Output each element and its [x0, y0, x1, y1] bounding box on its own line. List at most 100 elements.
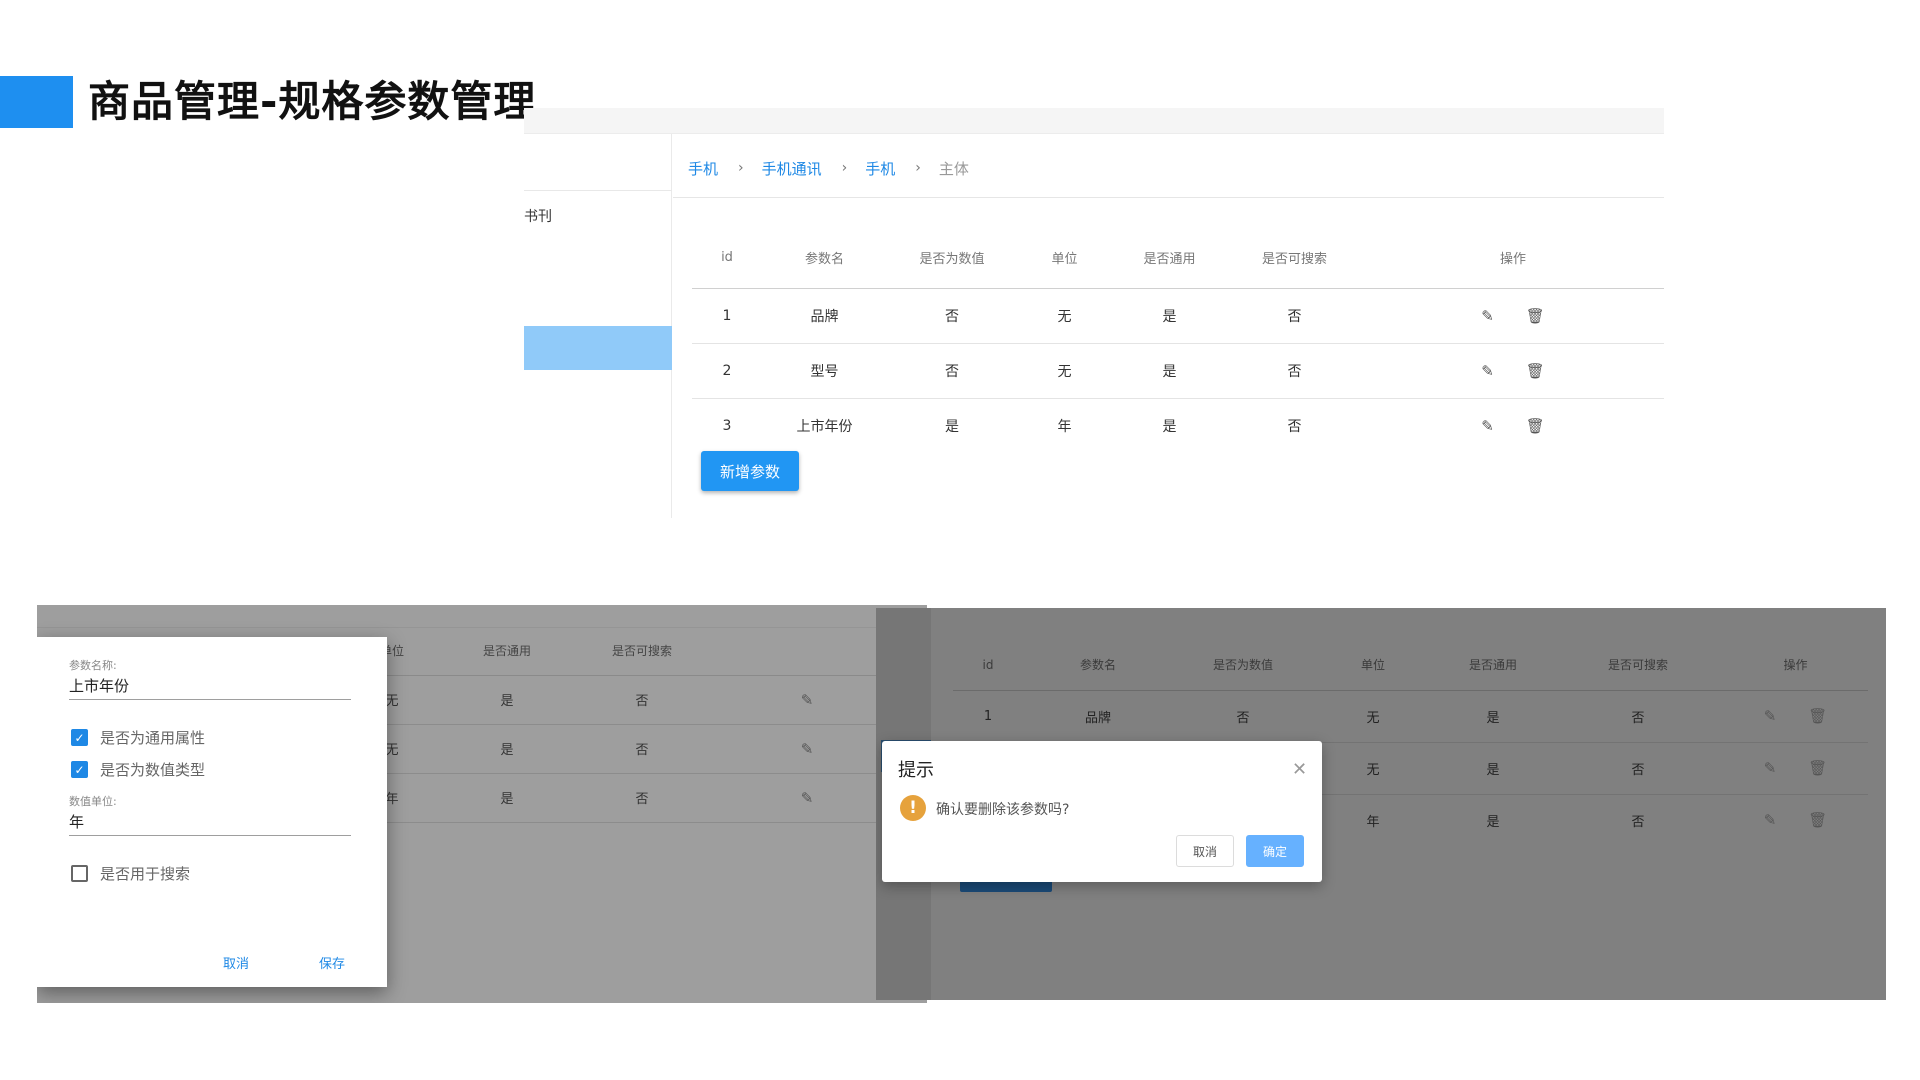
checkbox-checked-icon[interactable]: ✓ — [71, 761, 88, 778]
edit-pencil-icon[interactable]: ✎ — [1481, 307, 1494, 325]
unit-underline — [69, 835, 351, 836]
cell-name: 品牌 — [1023, 690, 1173, 743]
cell-actions: ✎ 🗑 — [1723, 794, 1868, 846]
column-header-actions: 操作 — [1362, 228, 1664, 289]
cell-generic: 是 — [1486, 814, 1500, 830]
table-header-row: id 参数名 是否为数值 单位 是否通用 是否可搜索 操作 — [692, 228, 1664, 289]
cell-unit: 无 — [1313, 742, 1433, 795]
cell-actions: ✎ 🗑 — [1362, 343, 1664, 399]
column-header-actions — [717, 627, 897, 676]
breadcrumb: 手机 › 手机通讯 › 手机 › 主体 — [688, 156, 969, 180]
save-button[interactable]: 保存 — [319, 953, 345, 972]
column-header-searchable[interactable]: 是否可搜索 — [1227, 228, 1362, 289]
sidebar-item-books[interactable]: 书刊 — [524, 206, 552, 226]
cell-searchable: 否 — [567, 773, 717, 823]
cell-searchable: 否 — [567, 724, 717, 774]
warning-icon: ! — [900, 795, 926, 821]
close-icon[interactable]: ✕ — [1292, 759, 1307, 780]
chevron-right-icon: › — [738, 160, 744, 176]
cell-numeric: 否 — [887, 343, 1017, 399]
breadcrumb-item-phone[interactable]: 手机 — [688, 158, 718, 179]
cell-numeric: 否 — [1173, 690, 1313, 743]
breadcrumb-item-phone-comm[interactable]: 手机通讯 — [762, 158, 822, 179]
edit-pencil-icon: ✎ — [800, 739, 814, 758]
column-header-unit: 单位 — [1313, 640, 1433, 691]
cell-id: 3 — [722, 417, 732, 434]
edit-pencil-icon: ✎ — [1763, 759, 1777, 777]
cell-generic: 是 — [447, 724, 567, 774]
table-row: 1 品牌 否 无 是 否 ✎ 🗑 — [692, 288, 1664, 344]
table-header-row: 单位 是否通用 是否可搜索 — [337, 627, 897, 676]
table-row: 年 是 否 ✎ — [337, 773, 897, 823]
confirm-message: 确认要删除该参数吗? — [936, 802, 1070, 818]
table-row: 2 型号 否 无 是 否 ✎ 🗑 — [692, 343, 1664, 399]
breadcrumb-item-phone-sub[interactable]: 手机 — [865, 158, 895, 179]
column-header-generic: 是否通用 — [1433, 640, 1553, 691]
confirm-button[interactable]: 确定 — [1246, 835, 1304, 867]
column-header-name: 参数名 — [1023, 640, 1173, 691]
cell-unit: 年 — [1057, 418, 1072, 435]
sidebar-divider — [524, 190, 672, 191]
column-header-searchable: 是否可搜索 — [567, 627, 717, 676]
breadcrumb-item-current: 主体 — [938, 159, 969, 178]
trash-icon: 🗑 — [1808, 759, 1828, 777]
edit-pencil-icon[interactable]: ✎ — [1481, 362, 1494, 380]
table-row: 无 是 否 ✎ — [337, 724, 897, 774]
table-row: 3 上市年份 是 年 是 否 ✎ 🗑 — [692, 398, 1664, 453]
searchable-option[interactable]: 是否用于搜索 — [71, 863, 190, 884]
trash-icon: 🗑 — [1808, 707, 1828, 725]
cell-generic: 是 — [447, 773, 567, 823]
sidebar-item-active[interactable] — [524, 326, 672, 370]
cell-id: 1 — [953, 690, 1023, 743]
column-header-name[interactable]: 参数名 — [762, 228, 887, 289]
cell-searchable: 否 — [567, 675, 717, 725]
column-header-unit[interactable]: 单位 — [1017, 228, 1112, 289]
cell-generic: 是 — [1433, 690, 1553, 743]
chevron-right-icon: › — [915, 160, 921, 176]
generic-attr-label: 是否为通用属性 — [100, 729, 206, 747]
trash-icon[interactable]: 🗑 — [1526, 362, 1545, 380]
cell-actions: ✎ — [717, 675, 897, 725]
cell-actions: ✎ — [717, 773, 897, 823]
slide-title: 商品管理-规格参数管理 — [88, 77, 537, 126]
table-row: 1 品牌 否 无 是 否 ✎ 🗑 — [953, 690, 1868, 743]
cancel-button[interactable]: 取消 — [223, 953, 249, 972]
param-name-underline — [69, 699, 351, 700]
cell-name: 型号 — [762, 343, 887, 399]
cell-id: 1 — [692, 288, 762, 344]
column-header-numeric[interactable]: 是否为数值 — [887, 228, 1017, 289]
cell-generic: 是 — [447, 675, 567, 725]
table-header-row: id 参数名 是否为数值 单位 是否通用 是否可搜索 操作 — [953, 640, 1868, 691]
numeric-type-option[interactable]: ✓ 是否为数值类型 — [71, 759, 205, 780]
checkbox-checked-icon[interactable]: ✓ — [71, 729, 88, 746]
delete-confirm-dialog: 提示 ✕ ! 确认要删除该参数吗? 取消 确定 — [882, 741, 1322, 882]
cell-numeric: 是 — [945, 418, 959, 435]
column-header-actions: 操作 — [1723, 640, 1868, 691]
generic-attr-option[interactable]: ✓ 是否为通用属性 — [71, 727, 205, 748]
edit-pencil-icon: ✎ — [1763, 707, 1777, 725]
unit-field[interactable]: 年 — [69, 811, 84, 832]
trash-icon[interactable]: 🗑 — [1526, 417, 1545, 435]
cell-unit: 无 — [1017, 343, 1112, 399]
table-row: 无 是 否 ✎ — [337, 675, 897, 725]
trash-icon[interactable]: 🗑 — [1526, 307, 1545, 325]
cell-name: 品牌 — [762, 288, 887, 344]
column-header-id[interactable]: id — [692, 228, 762, 289]
add-param-button[interactable]: 新增参数 — [701, 451, 799, 491]
edit-pencil-icon: ✎ — [800, 788, 814, 807]
column-header-id: id — [953, 640, 1023, 691]
cell-generic: 是 — [1112, 343, 1227, 399]
checkbox-unchecked-icon[interactable] — [71, 865, 88, 882]
breadcrumb-divider — [673, 197, 1664, 198]
column-header-generic[interactable]: 是否通用 — [1112, 228, 1227, 289]
cell-unit: 无 — [1017, 288, 1112, 344]
edit-param-dialog: 参数名称: 上市年份 ✓ 是否为通用属性 ✓ 是否为数值类型 数值单位: 年 是… — [37, 637, 387, 987]
cell-unit: 年 — [1366, 814, 1380, 830]
trash-icon: 🗑 — [1808, 811, 1828, 830]
param-name-field[interactable]: 上市年份 — [69, 675, 129, 696]
edit-pencil-icon[interactable]: ✎ — [1481, 417, 1494, 435]
top-strip — [524, 108, 1664, 134]
cancel-button[interactable]: 取消 — [1176, 835, 1234, 867]
cell-searchable: 否 — [1553, 690, 1723, 743]
cell-actions: ✎ 🗑 — [1723, 690, 1868, 743]
